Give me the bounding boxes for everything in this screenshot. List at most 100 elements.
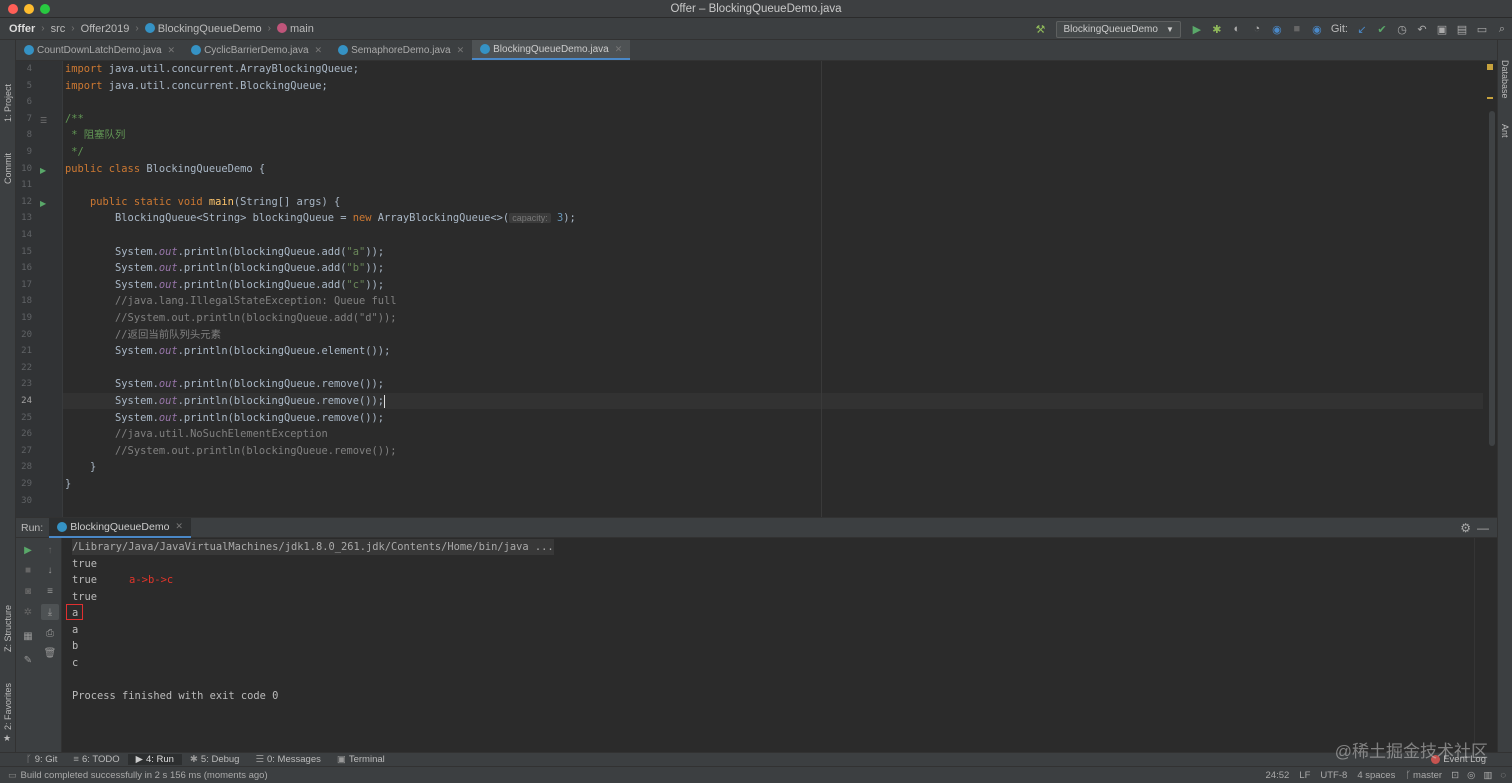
run-panel-label: Run: — [21, 521, 44, 534]
git-history-icon[interactable]: ◷ — [1392, 20, 1412, 38]
run-tool-button[interactable]: ▶ 4: Run — [127, 754, 182, 765]
code-content[interactable]: import java.util.concurrent.ArrayBlockin… — [65, 61, 1465, 517]
line-number: 4 — [26, 64, 32, 74]
method-icon — [277, 22, 288, 33]
indent-setting[interactable]: 4 spaces — [1352, 770, 1400, 781]
close-tab-icon[interactable]: ✕ — [168, 45, 176, 56]
git-tool-button[interactable]: ᚴ 9: Git — [18, 754, 65, 765]
warning-stripe-marker[interactable] — [1487, 97, 1493, 99]
line-number: 30 — [21, 495, 32, 506]
line-number: 23 — [21, 379, 32, 390]
stop-icon[interactable]: ■ — [19, 562, 37, 578]
ant-tool-button[interactable]: Ant — [1500, 124, 1510, 138]
git-commit-check-icon[interactable]: ✔ — [1372, 20, 1392, 38]
git-branch[interactable]: master — [1413, 770, 1447, 781]
rerun-icon[interactable]: ▶ — [19, 542, 37, 558]
breadcrumb-method-label: main — [290, 22, 314, 35]
status-toggle-icon[interactable]: ▭ — [8, 770, 17, 781]
inspection-icon[interactable]: ◎ — [1463, 770, 1479, 781]
scroll-up-icon[interactable]: ↑ — [41, 542, 59, 558]
hide-panel-icon[interactable]: — — [1477, 521, 1489, 535]
close-window-icon[interactable] — [8, 4, 18, 14]
breadcrumb-package[interactable]: Offer2019 — [78, 23, 133, 35]
trash-icon[interactable]: 🗑 — [41, 645, 59, 661]
todo-tool-button[interactable]: ≡ 6: TODO — [65, 754, 127, 765]
git-rollback-icon[interactable]: ↶ — [1412, 20, 1432, 38]
maximize-window-icon[interactable] — [40, 4, 50, 14]
restore-layout-icon[interactable]: ✲ — [19, 604, 37, 620]
commit-tool-button[interactable]: Commit — [3, 153, 13, 184]
minimize-window-icon[interactable] — [24, 4, 34, 14]
code-line: System.out.println(blockingQueue.add("b"… — [65, 262, 385, 275]
database-tool-button[interactable]: Database — [1500, 60, 1510, 99]
soft-wrap-icon[interactable]: ≡ — [41, 583, 59, 599]
right-tool-strip: Database Ant — [1497, 40, 1512, 752]
notifications-icon[interactable]: ◌ — [1496, 770, 1512, 781]
tab-blockingqueue[interactable]: BlockingQueueDemo.java ✕ — [472, 40, 631, 60]
stop-icon[interactable]: ■ — [1287, 20, 1307, 38]
gear-icon[interactable]: ⚙ — [1460, 521, 1471, 535]
update-icon[interactable]: ◉ — [1267, 20, 1287, 38]
debug-bug-icon[interactable]: ✱ — [1207, 20, 1227, 38]
present-mode-icon[interactable]: ▭ — [1472, 20, 1492, 38]
debug-tool-button[interactable]: ✱ 5: Debug — [182, 754, 248, 765]
terminal-icon: ▣ — [336, 754, 346, 765]
parameter-hint: capacity: — [509, 213, 551, 224]
build-hammer-icon[interactable]: ⚒ — [1030, 20, 1050, 38]
profile-icon[interactable]: ◔ — [1247, 20, 1267, 38]
close-tab-icon[interactable]: ✕ — [457, 45, 465, 56]
breadcrumb-class[interactable]: BlockingQueueDemo — [142, 22, 265, 35]
line-number: 24 — [21, 396, 32, 406]
code-line: */ — [65, 146, 84, 158]
git-update-icon[interactable]: ↙ — [1352, 20, 1372, 38]
memory-icon[interactable]: ▥ — [1479, 770, 1496, 781]
line-separator[interactable]: LF — [1294, 770, 1315, 781]
run-gutter-icon[interactable]: ▶ — [40, 199, 46, 208]
breadcrumb-method[interactable]: main — [274, 22, 317, 35]
scroll-down-icon[interactable]: ↓ — [41, 562, 59, 578]
code-editor[interactable]: 4 5 6 7 8 9 10 11 12 13 14 15 16 17 18 19 20 21 22 23 24 25 26… — [16, 61, 1497, 517]
inspection-warning-icon[interactable] — [1487, 64, 1493, 70]
line-number: 27 — [21, 445, 32, 456]
run-gutter-icon[interactable]: ▶ — [40, 166, 46, 175]
project-tool-button[interactable]: 1: Project — [3, 84, 13, 122]
close-tab-icon[interactable]: ✕ — [175, 521, 183, 532]
code-line: BlockingQueue<String> blockingQueue = ne… — [65, 212, 576, 225]
camera-icon[interactable]: ◙ — [19, 583, 37, 599]
console-output[interactable]: /Library/Java/JavaVirtualMachines/jdk1.8… — [66, 538, 1472, 752]
coverage-icon[interactable]: ◐ — [1227, 20, 1247, 38]
run-icon[interactable]: ▶ — [1187, 20, 1207, 38]
project-structure-icon[interactable]: ▣ — [1432, 20, 1452, 38]
layout-icon[interactable]: ▦ — [19, 628, 37, 644]
close-tab-icon[interactable]: ✕ — [315, 45, 323, 56]
file-encoding[interactable]: UTF-8 — [1315, 770, 1352, 781]
doc-render-icon[interactable]: ☰ — [40, 116, 47, 125]
breadcrumb-src[interactable]: src — [48, 23, 69, 35]
tab-cyclicbarrier[interactable]: CyclicBarrierDemo.java ✕ — [183, 40, 330, 60]
breadcrumb-project[interactable]: Offer — [6, 23, 38, 35]
messages-tool-button[interactable]: ☰ 0: Messages — [247, 754, 328, 765]
favorites-tool-button[interactable]: 2: Favorites — [3, 683, 13, 730]
pin-icon[interactable]: ✎ — [19, 652, 37, 668]
close-tab-icon[interactable]: ✕ — [615, 44, 623, 55]
class-file-icon — [24, 45, 34, 55]
vertical-scrollbar[interactable] — [1489, 111, 1495, 446]
status-bar: ▭ Build completed successfully in 2 s 15… — [0, 766, 1512, 783]
tab-countdownlatch[interactable]: CountDownLatchDemo.java ✕ — [16, 40, 183, 60]
tab-semaphore[interactable]: SemaphoreDemo.java ✕ — [330, 40, 472, 60]
terminal-tool-button[interactable]: ▣ Terminal — [329, 754, 393, 765]
settings-layout-icon[interactable]: ▤ — [1452, 20, 1472, 38]
run-config-select[interactable]: BlockingQueueDemo ▼ — [1056, 20, 1181, 38]
caret-position[interactable]: 24:52 — [1261, 770, 1295, 781]
search-icon[interactable]: ⌕ — [1492, 20, 1512, 38]
lock-icon[interactable]: ⊡ — [1447, 770, 1463, 781]
print-icon[interactable]: ⎙ — [41, 625, 59, 641]
class-file-icon — [191, 45, 202, 55]
structure-tool-button[interactable]: Z: Structure — [3, 605, 13, 652]
scroll-to-end-icon[interactable]: ⤓ — [41, 604, 59, 620]
search-everywhere-icon[interactable]: ◉ — [1307, 20, 1327, 38]
code-line-current: System.out.println(blockingQueue.remove(… — [65, 394, 386, 408]
run-tab[interactable]: BlockingQueueDemo ✕ — [49, 517, 191, 538]
class-file-icon — [338, 45, 349, 55]
git-branch-icon: ᚴ — [1405, 770, 1412, 781]
